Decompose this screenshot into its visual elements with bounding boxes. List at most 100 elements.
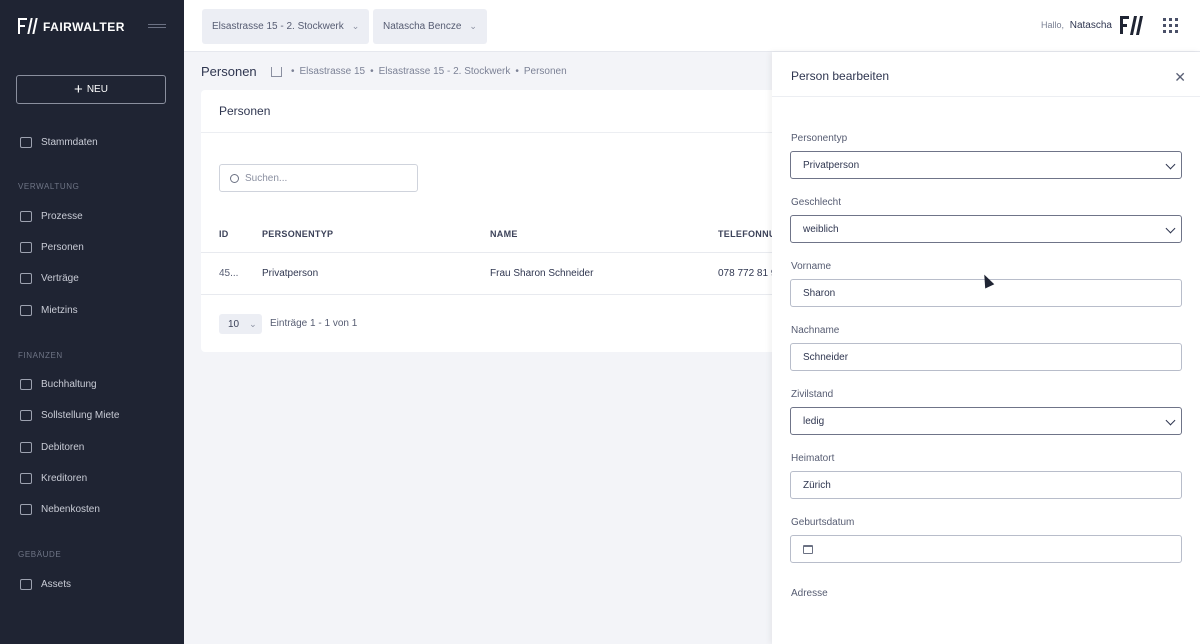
section-gebaeude: GEBÄUDE	[18, 550, 62, 559]
sidebar-item-prozesse[interactable]: Prozesse	[20, 208, 83, 224]
sidebar-item-stammdaten[interactable]: Stammdaten	[20, 134, 98, 150]
field-label-zivilstand: Zivilstand	[791, 389, 834, 400]
field-label-nachname: Nachname	[791, 325, 840, 336]
zivilstand-value: ledig	[803, 415, 825, 427]
cell-type: Privatperson	[262, 268, 319, 279]
sidebar-item-label: Assets	[41, 578, 72, 590]
brand-logo[interactable]: FAIRWALTER	[18, 18, 125, 36]
sidebar-item-label: Kreditoren	[41, 472, 88, 484]
user-select-value: Natascha Bencze	[383, 21, 462, 32]
column-header-id[interactable]: ID	[219, 229, 229, 239]
field-label-adresse: Adresse	[791, 588, 828, 599]
zivilstand-select[interactable]: ledig	[790, 407, 1182, 435]
close-icon[interactable]: ✕	[1174, 70, 1186, 84]
cycle-icon	[20, 409, 32, 421]
user-select[interactable]: Natascha Bencze ⌄	[373, 9, 487, 44]
breadcrumb-separator: •	[370, 66, 374, 77]
user-greeting[interactable]: Hallo, Natascha	[1041, 20, 1112, 31]
field-label-personentyp: Personentyp	[791, 133, 848, 144]
personentyp-select[interactable]: Privatperson	[790, 151, 1182, 179]
field-label-vorname: Vorname	[791, 261, 832, 272]
search-placeholder: Suchen...	[245, 172, 288, 184]
divider	[201, 252, 801, 253]
new-button-label: NEU	[86, 84, 108, 95]
sidebar-item-nebenkosten[interactable]: Nebenkosten	[20, 501, 100, 517]
property-select-value: Elsastrasse 15 - 2. Stockwerk	[212, 21, 344, 32]
geschlecht-select[interactable]: weiblich	[790, 215, 1182, 243]
cell-phone: 078 772 81 9	[718, 268, 777, 279]
sidebar-item-label: Verträge	[41, 272, 79, 284]
topbar: Elsastrasse 15 - 2. Stockwerk ⌄ Natascha…	[184, 0, 1200, 52]
cell-name: Frau Sharon Schneider	[490, 268, 594, 279]
user-name: Natascha	[1069, 20, 1112, 31]
breadcrumb: • Elsastrasse 15 • Elsastrasse 15 - 2. S…	[271, 66, 567, 77]
greeting-text: Hallo,	[1040, 20, 1064, 30]
section-verwaltung: VERWALTUNG	[18, 182, 80, 191]
sidebar-item-debitoren[interactable]: Debitoren	[20, 439, 84, 455]
column-header-personentyp[interactable]: PERSONENTYP	[262, 229, 333, 239]
vorname-value: Sharon	[803, 287, 836, 299]
breadcrumb-separator: •	[515, 66, 519, 77]
sidebar-item-label: Mietzins	[41, 304, 78, 316]
chevron-down-icon	[1165, 223, 1176, 234]
sidebar-item-label: Prozesse	[41, 210, 83, 222]
sidebar-item-vertraege[interactable]: Verträge	[20, 270, 79, 286]
database-icon	[20, 136, 32, 148]
breadcrumb-separator: •	[291, 66, 295, 77]
breadcrumb-item[interactable]: Elsastrasse 15 - 2. Stockwerk	[379, 66, 511, 77]
new-button[interactable]: + NEU	[16, 75, 166, 104]
edit-person-drawer: Person bearbeiten ✕ Personentyp Privatpe…	[772, 52, 1200, 644]
sidebar-item-label: Stammdaten	[41, 136, 98, 148]
building-icon	[20, 578, 32, 590]
sidebar-item-label: Debitoren	[41, 441, 85, 453]
sidebar-item-personen[interactable]: Personen	[20, 239, 84, 255]
personentyp-value: Privatperson	[803, 159, 860, 171]
cell-id: 45...	[219, 268, 239, 279]
users-icon	[20, 241, 32, 253]
entries-info: Einträge 1 - 1 von 1	[270, 318, 358, 329]
card-title: Personen	[219, 104, 271, 118]
brand-name: FAIRWALTER	[43, 20, 125, 34]
sidebar-item-label: Sollstellung Miete	[41, 409, 120, 421]
sidebar-item-mietzins[interactable]: Mietzins	[20, 302, 78, 318]
page-size-select[interactable]: 10 ⌄	[219, 314, 262, 334]
plus-icon: +	[74, 81, 83, 98]
sidebar-item-label: Personen	[41, 241, 84, 253]
geschlecht-value: weiblich	[803, 223, 839, 235]
property-select[interactable]: Elsastrasse 15 - 2. Stockwerk ⌄	[202, 9, 370, 44]
calculator-icon	[20, 378, 32, 390]
calendar-icon[interactable]	[803, 544, 813, 554]
heimatort-input[interactable]: Zürich	[790, 471, 1182, 499]
sidebar-item-kreditoren[interactable]: Kreditoren	[20, 470, 87, 486]
search-icon	[230, 173, 239, 183]
chevron-down-icon	[1165, 415, 1176, 426]
chevron-down-icon: ⌄	[249, 318, 257, 329]
sidebar-item-label: Nebenkosten	[41, 503, 100, 515]
sidebar-item-buchhaltung[interactable]: Buchhaltung	[20, 376, 97, 392]
field-label-geschlecht: Geschlecht	[791, 197, 842, 208]
list-icon	[20, 210, 32, 222]
page-title: Personen	[201, 64, 257, 79]
flame-icon	[20, 503, 32, 515]
sidebar-item-sollstellung-miete[interactable]: Sollstellung Miete	[20, 407, 119, 423]
nachname-input[interactable]: Schneider	[790, 343, 1182, 371]
search-input[interactable]: Suchen...	[219, 164, 418, 192]
persons-card: Personen Suchen... ID PERSONENTYP NAME T…	[201, 90, 801, 352]
sidebar-item-label: Buchhaltung	[41, 378, 97, 390]
chevron-down-icon: ⌄	[469, 21, 477, 31]
drawer-title: Person bearbeiten	[791, 69, 890, 83]
column-header-name[interactable]: NAME	[490, 229, 518, 239]
sidebar-item-assets[interactable]: Assets	[20, 576, 71, 592]
fairwalter-mark-icon	[1120, 15, 1144, 37]
document-icon	[20, 272, 32, 284]
geburtsdatum-input[interactable]	[790, 535, 1182, 563]
divider	[772, 96, 1200, 97]
page-size-value: 10	[228, 318, 240, 330]
chevron-down-icon: ⌄	[351, 21, 360, 31]
apps-grid-icon[interactable]	[1163, 18, 1178, 33]
creditors-icon	[20, 472, 32, 484]
collapse-sidebar-icon[interactable]	[148, 24, 166, 32]
divider	[201, 132, 801, 133]
home-icon[interactable]	[271, 66, 282, 77]
breadcrumb-item[interactable]: Elsastrasse 15	[300, 66, 366, 77]
